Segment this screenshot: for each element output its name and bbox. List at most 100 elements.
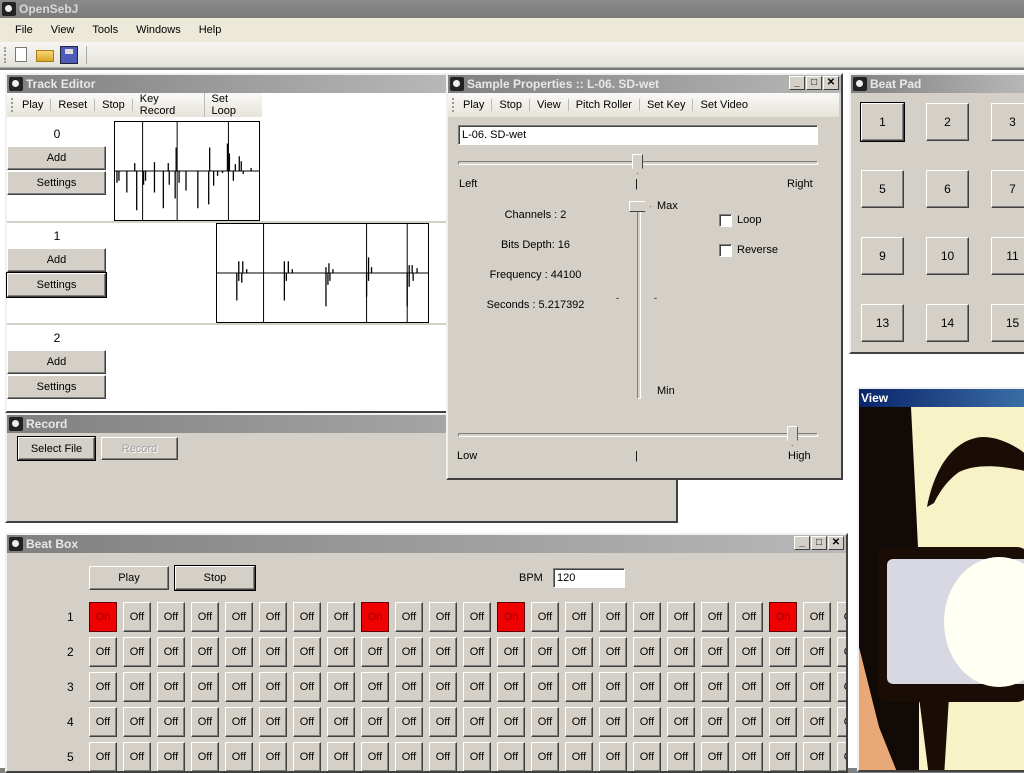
- beat-pad-titlebar[interactable]: Beat Pad: [851, 75, 1024, 93]
- beat-pad-9[interactable]: 9: [861, 237, 904, 275]
- beat-step-toggle[interactable]: Off: [667, 602, 695, 632]
- beat-step-toggle[interactable]: Off: [667, 742, 695, 771]
- beat-pad-1[interactable]: 1: [860, 102, 905, 142]
- minimize-button[interactable]: _: [789, 76, 805, 90]
- beat-step-toggle[interactable]: Off: [123, 707, 151, 737]
- beat-pad-10[interactable]: 10: [926, 237, 969, 275]
- beat-step-toggle[interactable]: Off: [361, 637, 389, 667]
- beat-step-toggle[interactable]: Off: [157, 602, 185, 632]
- volume-slider-track[interactable]: [637, 203, 641, 399]
- beat-step-toggle[interactable]: On: [497, 602, 525, 632]
- beat-step-toggle[interactable]: Off: [225, 707, 253, 737]
- track-settings-button[interactable]: Settings: [7, 171, 106, 195]
- beat-step-toggle[interactable]: Off: [361, 742, 389, 771]
- beat-step-toggle[interactable]: Off: [463, 637, 491, 667]
- beat-step-toggle[interactable]: Off: [293, 602, 321, 632]
- beat-step-toggle[interactable]: Off: [361, 707, 389, 737]
- sample-stop-button[interactable]: Stop: [492, 99, 531, 111]
- beat-pad-15[interactable]: 15: [991, 304, 1024, 342]
- beat-step-toggle[interactable]: Off: [735, 707, 763, 737]
- beat-step-toggle[interactable]: Off: [123, 637, 151, 667]
- beat-step-toggle[interactable]: Off: [191, 742, 219, 771]
- beat-step-toggle[interactable]: Off: [225, 672, 253, 702]
- beat-step-toggle[interactable]: Off: [803, 707, 831, 737]
- beat-step-toggle[interactable]: Off: [123, 672, 151, 702]
- beat-step-toggle[interactable]: Off: [667, 707, 695, 737]
- beat-step-toggle[interactable]: Off: [89, 672, 117, 702]
- beat-step-toggle[interactable]: Off: [735, 602, 763, 632]
- beat-step-toggle[interactable]: Off: [497, 637, 525, 667]
- beat-step-toggle[interactable]: Off: [769, 637, 797, 667]
- beat-step-toggle[interactable]: Off: [429, 637, 457, 667]
- beat-step-toggle[interactable]: Off: [599, 602, 627, 632]
- beat-step-toggle[interactable]: Off: [531, 637, 559, 667]
- beat-step-toggle[interactable]: Off: [803, 602, 831, 632]
- beat-pad-14[interactable]: 14: [926, 304, 969, 342]
- beat-step-toggle[interactable]: Off: [531, 672, 559, 702]
- beat-step-toggle[interactable]: Off: [769, 672, 797, 702]
- track-set-loop-button[interactable]: Set Loop: [205, 93, 262, 117]
- maximize-button[interactable]: □: [806, 76, 822, 90]
- beat-step-toggle[interactable]: On: [361, 602, 389, 632]
- track-editor-titlebar[interactable]: Track Editor: [7, 75, 448, 93]
- set-key-button[interactable]: Set Key: [640, 99, 694, 111]
- beat-step-toggle[interactable]: Off: [463, 672, 491, 702]
- beat-pad-11[interactable]: 11: [991, 237, 1024, 275]
- track-settings-button[interactable]: Settings: [6, 272, 107, 298]
- beat-step-toggle[interactable]: Off: [497, 672, 525, 702]
- beat-step-toggle[interactable]: Off: [837, 637, 846, 667]
- menu-help[interactable]: Help: [190, 24, 231, 36]
- beat-step-toggle[interactable]: On: [769, 602, 797, 632]
- beat-step-toggle[interactable]: Off: [89, 707, 117, 737]
- beat-step-toggle[interactable]: Off: [327, 672, 355, 702]
- beat-step-toggle[interactable]: Off: [327, 742, 355, 771]
- beat-step-toggle[interactable]: Off: [769, 742, 797, 771]
- beat-step-toggle[interactable]: Off: [701, 637, 729, 667]
- pan-slider-thumb[interactable]: [632, 154, 643, 174]
- beat-step-toggle[interactable]: Off: [463, 602, 491, 632]
- beat-step-toggle[interactable]: Off: [735, 742, 763, 771]
- beat-step-toggle[interactable]: Off: [429, 742, 457, 771]
- pitch-roller-button[interactable]: Pitch Roller: [569, 99, 640, 111]
- sample-name-input[interactable]: L-06. SD-wet: [458, 125, 818, 145]
- new-file-button[interactable]: [12, 46, 30, 64]
- beat-step-toggle[interactable]: Off: [769, 707, 797, 737]
- beat-step-toggle[interactable]: Off: [531, 602, 559, 632]
- view-titlebar[interactable]: View: [859, 389, 1024, 407]
- toolbar-grip[interactable]: [11, 98, 13, 112]
- toolbar-grip[interactable]: [452, 98, 454, 112]
- beat-step-toggle[interactable]: Off: [735, 637, 763, 667]
- beat-step-toggle[interactable]: Off: [463, 742, 491, 771]
- beat-step-toggle[interactable]: Off: [429, 707, 457, 737]
- loop-checkbox[interactable]: [719, 214, 732, 227]
- track-key-record-button[interactable]: Key Record: [133, 93, 205, 117]
- beat-step-toggle[interactable]: Off: [667, 672, 695, 702]
- beat-step-toggle[interactable]: Off: [633, 637, 661, 667]
- beat-step-toggle[interactable]: Off: [803, 742, 831, 771]
- track-stop-button[interactable]: Stop: [95, 99, 133, 111]
- beat-pad-3[interactable]: 3: [991, 103, 1024, 141]
- track-settings-button[interactable]: Settings: [7, 375, 106, 399]
- beat-step-toggle[interactable]: Off: [565, 637, 593, 667]
- beat-step-toggle[interactable]: Off: [259, 602, 287, 632]
- beat-step-toggle[interactable]: Off: [531, 707, 559, 737]
- beat-step-toggle[interactable]: Off: [837, 602, 846, 632]
- beat-step-toggle[interactable]: Off: [157, 672, 185, 702]
- beat-step-toggle[interactable]: Off: [157, 637, 185, 667]
- beat-step-toggle[interactable]: Off: [395, 637, 423, 667]
- beat-pad-2[interactable]: 2: [926, 103, 969, 141]
- beat-step-toggle[interactable]: Off: [531, 742, 559, 771]
- beat-step-toggle[interactable]: Off: [89, 637, 117, 667]
- beat-step-toggle[interactable]: Off: [395, 707, 423, 737]
- sample-view-button[interactable]: View: [530, 99, 569, 111]
- beat-step-toggle[interactable]: Off: [293, 672, 321, 702]
- set-video-button[interactable]: Set Video: [693, 99, 755, 111]
- beat-step-toggle[interactable]: Off: [633, 707, 661, 737]
- beat-step-toggle[interactable]: Off: [327, 602, 355, 632]
- track-add-button[interactable]: Add: [7, 146, 106, 170]
- track-play-button[interactable]: Play: [15, 99, 52, 111]
- sample-play-button[interactable]: Play: [456, 99, 493, 111]
- beat-step-toggle[interactable]: Off: [463, 707, 491, 737]
- close-button[interactable]: ✕: [823, 76, 839, 90]
- beat-step-toggle[interactable]: Off: [395, 602, 423, 632]
